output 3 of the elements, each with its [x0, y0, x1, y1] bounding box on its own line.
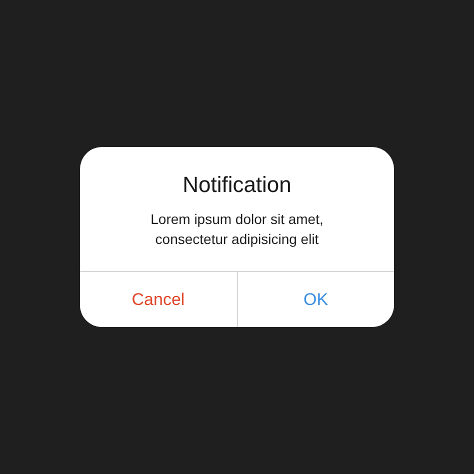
dialog-message: Lorem ipsum dolor sit amet, consectetur adipisicing elit [150, 210, 324, 249]
ok-button[interactable]: OK [236, 272, 394, 327]
dialog-title: Notification [182, 171, 292, 199]
